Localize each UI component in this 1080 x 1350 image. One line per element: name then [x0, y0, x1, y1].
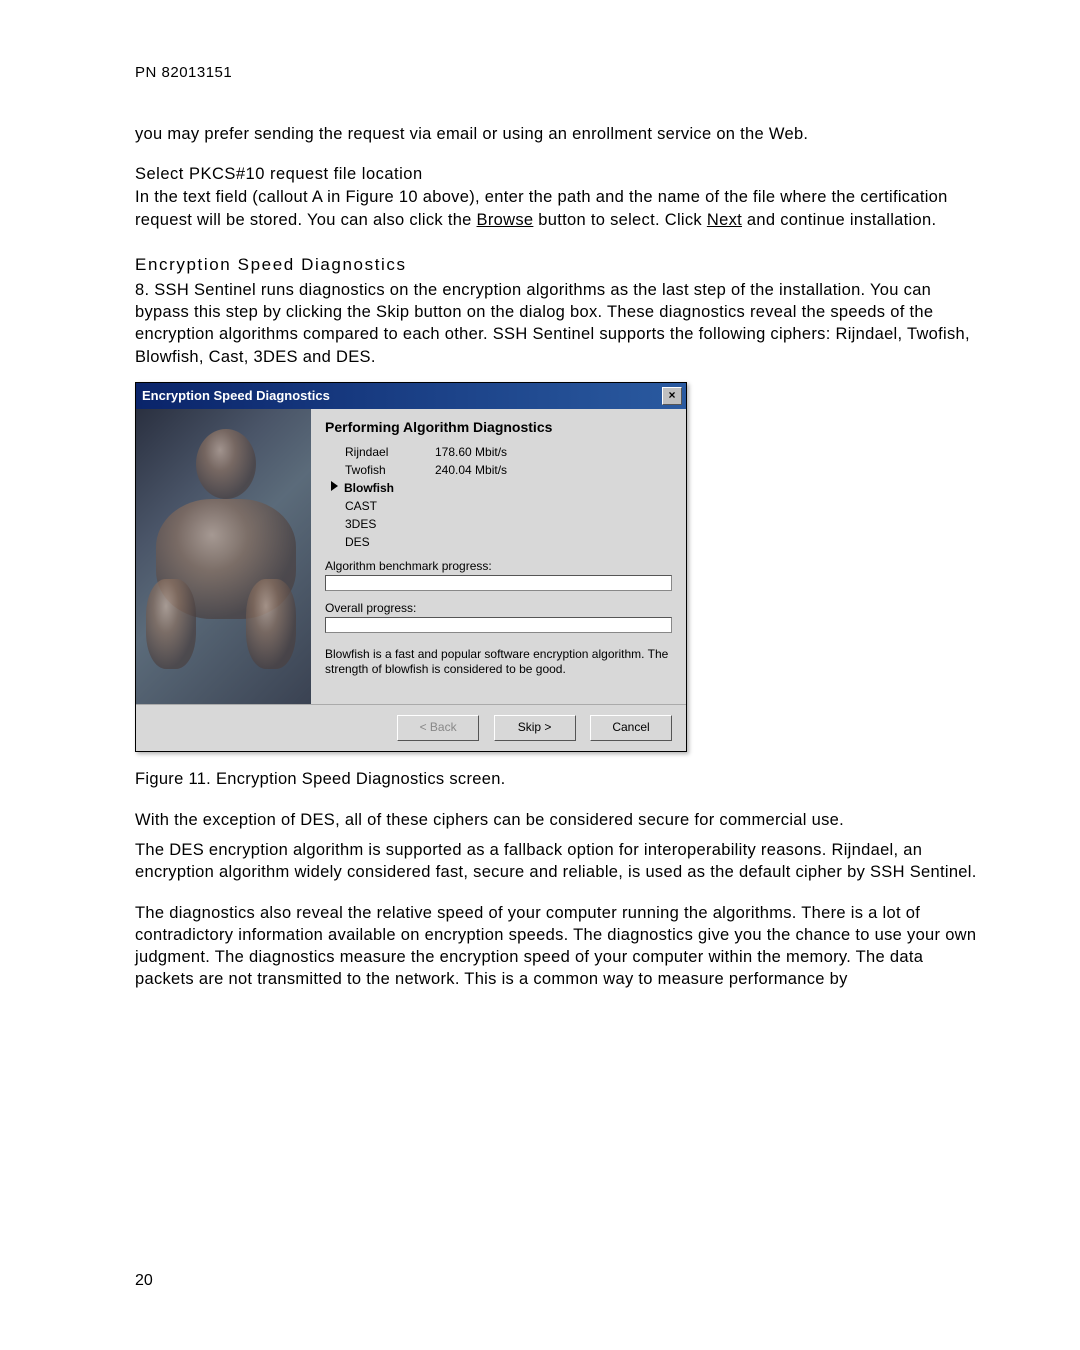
dialog-title: Encryption Speed Diagnostics	[142, 388, 330, 403]
browse-link: Browse	[477, 211, 534, 229]
algo-name: DES	[345, 535, 435, 549]
section-heading-diagnostics: Encryption Speed Diagnostics	[135, 255, 980, 275]
cancel-button[interactable]: Cancel	[590, 715, 672, 741]
algo-name: CAST	[345, 499, 435, 513]
back-button: < Back	[397, 715, 479, 741]
overall-progress-bar	[325, 617, 672, 633]
skip-button[interactable]: Skip >	[494, 715, 576, 741]
algo-progress-bar	[325, 575, 672, 591]
next-link: Next	[707, 211, 742, 229]
figure-caption: Figure 11. Encryption Speed Diagnostics …	[135, 770, 980, 789]
algo-row-3des: 3DES	[325, 517, 672, 531]
algo-speed: 178.60 Mbit/s	[435, 445, 507, 459]
after-p2: The DES encryption algorithm is supporte…	[135, 839, 980, 884]
dialog-titlebar: Encryption Speed Diagnostics ×	[136, 383, 686, 409]
document-header: PN 82013151	[135, 64, 980, 81]
text-fragment: button to select. Click	[533, 211, 707, 229]
overall-progress-label: Overall progress:	[325, 601, 672, 615]
intro-paragraph: you may prefer sending the request via e…	[135, 123, 980, 145]
algo-name: Rijndael	[345, 445, 435, 459]
page-number: 20	[135, 1272, 153, 1290]
algo-name: 3DES	[345, 517, 435, 531]
diagnostics-dialog: Encryption Speed Diagnostics × Performin…	[135, 382, 687, 752]
algo-row-blowfish: Blowfish	[325, 481, 672, 495]
algo-row-cast: CAST	[325, 499, 672, 513]
dialog-heading: Performing Algorithm Diagnostics	[325, 419, 672, 435]
close-icon[interactable]: ×	[662, 387, 682, 405]
algo-speed: 240.04 Mbit/s	[435, 463, 507, 477]
section-heading-pkcs: Select PKCS#10 request file location	[135, 165, 980, 184]
algo-row-des: DES	[325, 535, 672, 549]
after-p1: With the exception of DES, all of these …	[135, 809, 980, 831]
section2-paragraph: 8. SSH Sentinel runs diagnostics on the …	[135, 279, 980, 368]
algo-progress-label: Algorithm benchmark progress:	[325, 559, 672, 573]
algo-name: Twofish	[345, 463, 435, 477]
algo-row-rijndael: Rijndael 178.60 Mbit/s	[325, 445, 672, 459]
after-p3: The diagnostics also reveal the relative…	[135, 902, 980, 991]
algo-name: Blowfish	[344, 481, 434, 495]
dialog-button-row: < Back Skip > Cancel	[136, 704, 686, 751]
algo-description: Blowfish is a fast and popular software …	[325, 647, 672, 678]
text-fragment: and continue installation.	[742, 211, 936, 229]
play-icon	[331, 481, 338, 491]
section1-paragraph: In the text field (callout A in Figure 1…	[135, 186, 980, 231]
dialog-sidebar-image	[136, 409, 311, 704]
algo-row-twofish: Twofish 240.04 Mbit/s	[325, 463, 672, 477]
